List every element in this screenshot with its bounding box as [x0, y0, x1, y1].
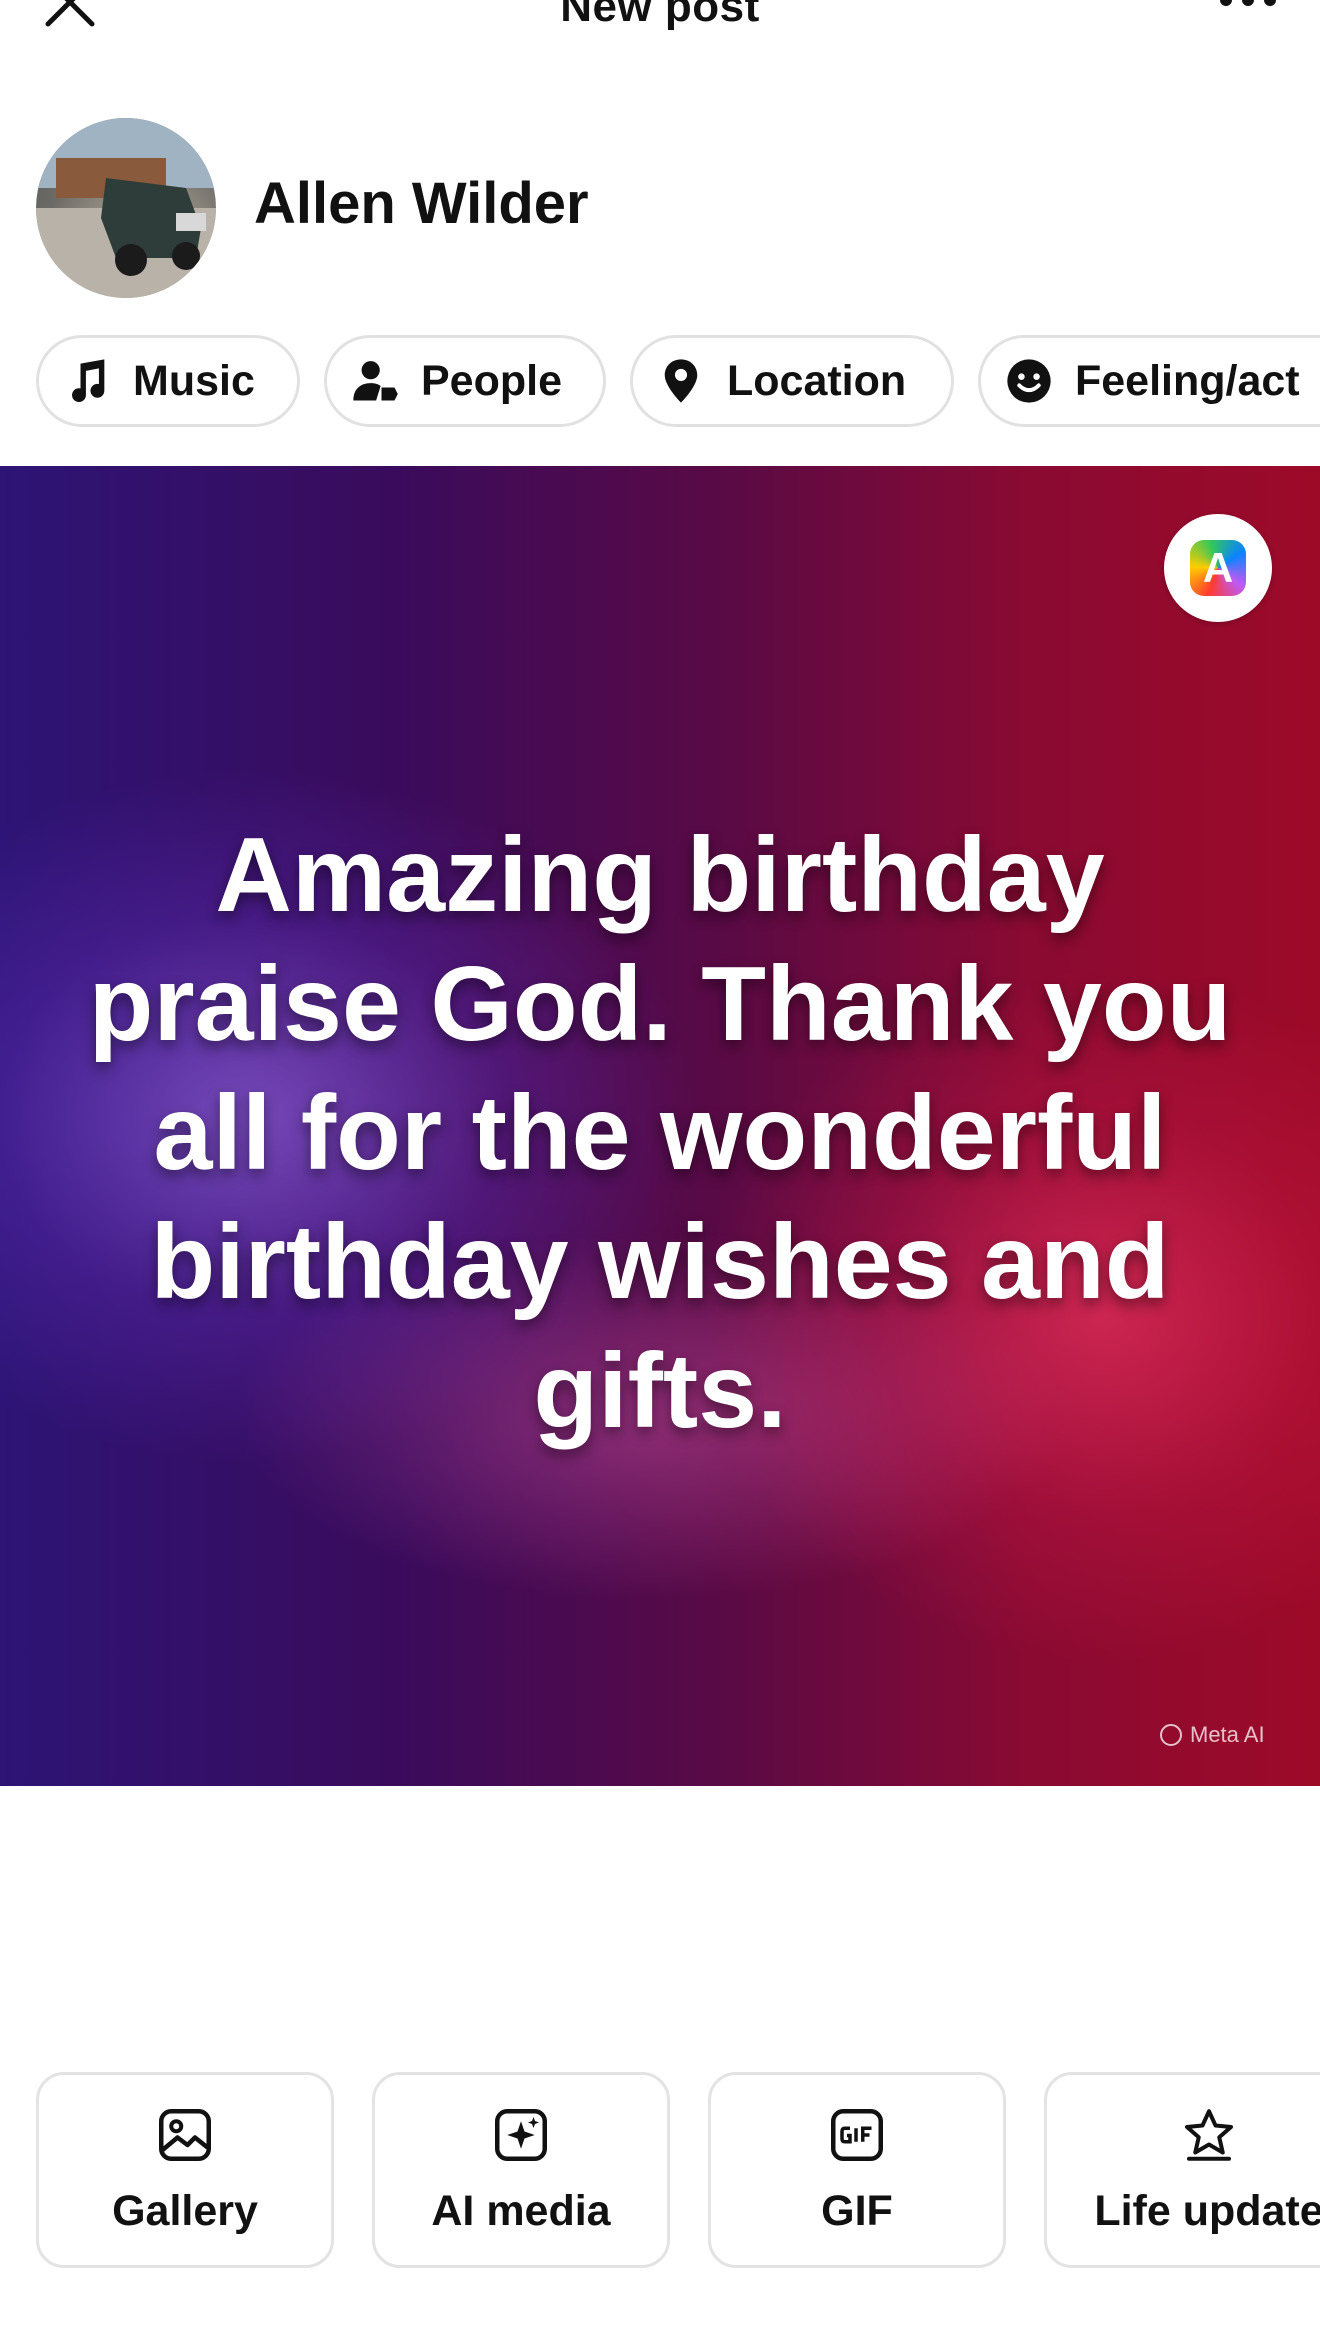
location-pin-icon: [664, 359, 698, 403]
music-note-icon: [72, 359, 105, 403]
music-chip[interactable]: Music: [36, 335, 300, 427]
tile-label: Gallery: [112, 2186, 258, 2235]
user-name: Allen Wilder: [254, 171, 589, 236]
post-text: Amazing birthday praise God. Thank you a…: [88, 816, 1232, 1450]
location-chip[interactable]: Location: [630, 335, 954, 427]
post-media-card[interactable]: Amazing birthday praise God. Thank you a…: [0, 466, 1320, 1786]
gif-button[interactable]: GIF: [708, 2072, 1006, 2268]
more-horizontal-icon: [1220, 0, 1276, 6]
meta-ai-watermark: Meta AI: [1160, 1722, 1265, 1748]
ai-sparkle-icon: [495, 2108, 547, 2161]
star-icon: [1185, 2108, 1233, 2161]
watermark-label: Meta AI: [1190, 1722, 1265, 1747]
meta-ai-ring-icon: [1160, 1724, 1182, 1746]
chip-label: Location: [727, 356, 907, 405]
chip-label: Music: [133, 356, 255, 405]
avatar-photo: [36, 118, 216, 298]
tile-label: AI media: [431, 2186, 611, 2235]
smiley-icon: [1007, 359, 1051, 403]
tile-label: Life update: [1094, 2186, 1320, 2235]
chip-label: People: [421, 356, 562, 405]
more-options-button[interactable]: [1210, 0, 1290, 20]
page-title: New post: [560, 0, 760, 31]
image-icon: [159, 2108, 211, 2161]
gif-icon: [831, 2108, 883, 2161]
people-chip[interactable]: People: [324, 335, 606, 427]
ai-media-button[interactable]: AI media: [372, 2072, 670, 2268]
life-update-button[interactable]: Life update: [1044, 2072, 1320, 2268]
ai-badge-letter: A: [1202, 544, 1234, 591]
feeling-activity-chip[interactable]: Feeling/act: [978, 335, 1320, 427]
ai-style-button[interactable]: A: [1164, 514, 1272, 622]
ai-letter-icon: A: [1190, 540, 1246, 596]
tile-label: GIF: [821, 2186, 893, 2235]
person-tag-icon: [353, 361, 398, 401]
avatar[interactable]: [36, 118, 216, 298]
chip-label: Feeling/act: [1075, 356, 1300, 405]
gallery-button[interactable]: Gallery: [36, 2072, 334, 2268]
